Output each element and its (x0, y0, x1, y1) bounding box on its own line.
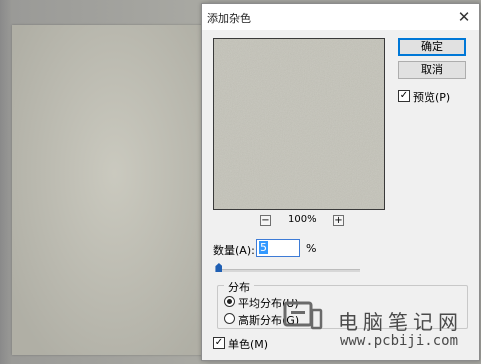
amount-unit: % (306, 242, 317, 255)
amount-input[interactable]: 5 (256, 239, 300, 257)
watermark-url: www.pcbiji.com (340, 333, 459, 349)
cancel-button[interactable]: 取消 (398, 61, 466, 79)
watermark-logo (283, 301, 323, 330)
amount-slider-track[interactable] (217, 269, 360, 272)
amount-slider-thumb[interactable] (215, 263, 223, 272)
zoom-level: 100% (288, 214, 317, 225)
document-canvas (12, 25, 217, 355)
noise-preview[interactable] (213, 38, 385, 210)
noise-preview-image (214, 39, 384, 209)
watermark-text: 电脑笔记网 (338, 310, 463, 334)
zoom-in-button[interactable]: + (333, 215, 344, 226)
uniform-radio[interactable] (224, 296, 235, 307)
gaussian-radio[interactable] (224, 313, 235, 324)
dialog-title: 添加杂色 (207, 12, 251, 25)
zoom-out-button[interactable]: − (260, 215, 271, 226)
amount-label: 数量(A): (213, 244, 255, 257)
dialog-titlebar[interactable]: 添加杂色 ✕ (202, 4, 479, 30)
preview-label[interactable]: 预览(P) (413, 89, 450, 105)
distribution-label: 分布 (224, 279, 254, 295)
monochrome-checkbox[interactable]: ✓ (213, 337, 225, 349)
amount-value: 5 (259, 241, 268, 254)
preview-checkbox[interactable]: ✓ (398, 90, 410, 102)
monochrome-label[interactable]: 单色(M) (228, 336, 268, 352)
close-icon[interactable]: ✕ (455, 8, 473, 26)
ok-button[interactable]: 确定 (398, 38, 466, 56)
